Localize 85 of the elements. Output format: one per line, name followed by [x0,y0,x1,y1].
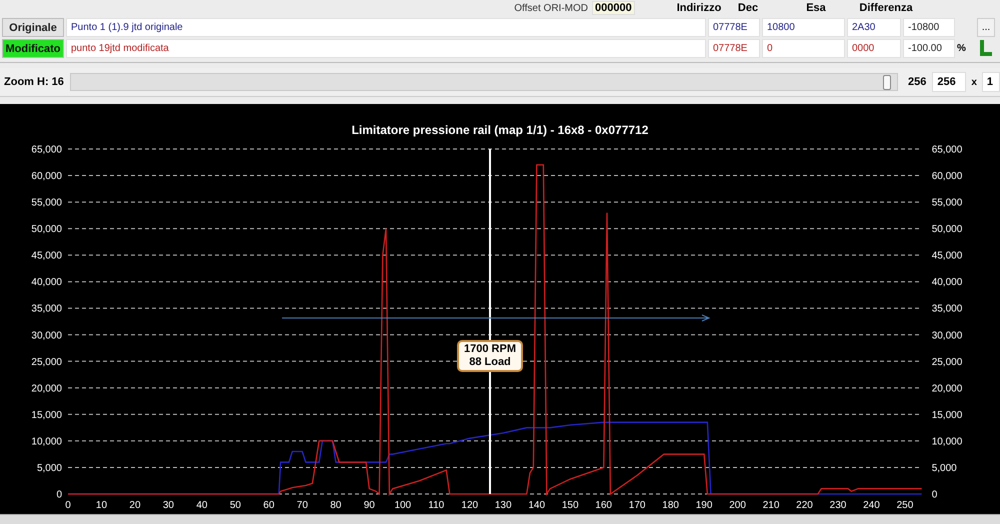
x-tick-label: 180 [662,500,679,511]
x-tick-label: 130 [494,500,512,511]
x-tick-label: 150 [562,500,579,511]
times-sign: x [971,76,977,88]
file-name-field: punto 19jtd modificata [66,39,706,58]
column-header: Indirizzo [676,2,722,14]
width-field[interactable]: 256 [932,72,966,92]
x-tick-label: 90 [364,500,375,511]
file-button[interactable]: Modificato [2,39,64,58]
x-tick-label: 80 [330,500,342,511]
x-tick-label: 40 [196,500,208,511]
y-tick-label: 5,000 [932,462,957,474]
y-tick-label: 50,000 [932,224,962,236]
column-header: Esa [805,2,827,14]
x-tick-label: 60 [263,500,274,511]
y-tick-label: 10,000 [932,436,962,448]
difference-field: -10800 [903,18,955,37]
more-button[interactable]: ... [977,18,995,37]
y-tick-label: 55,000 [31,198,62,209]
x-tick-label: 240 [863,500,880,511]
y-tick-label: 65,000 [932,144,962,156]
y-tick-label: 30,000 [932,330,962,342]
y-tick-label: 25,000 [932,356,962,368]
x-tick-label: 110 [428,500,444,511]
percent-sign: % [957,43,967,54]
y-tick-label: 10,000 [31,436,62,448]
y-tick-label: 40,000 [932,277,962,288]
y-tick-label: 60,000 [932,171,962,182]
x-tick-label: 220 [796,500,813,511]
hex-value-field: 0000 [847,39,901,58]
y-tick-label: 40,000 [31,277,62,288]
y-tick-label: 55,000 [932,198,962,209]
offset-value: 000000 [592,1,635,15]
dec-value-field: 0 [762,39,845,58]
x-tick-label: 230 [830,500,846,511]
x-tick-label: 170 [628,500,646,511]
x-tick-label: 20 [129,500,141,511]
x-tick-label: 250 [896,500,914,511]
x-tick-label: 140 [528,500,546,511]
dec-value-field: 10800 [762,18,845,37]
difference-field: -100.00 [903,39,955,58]
tooltip-text: 1700 RPM [464,343,516,356]
hex-value-field: 2A30 [847,18,901,37]
x-tick-label: 50 [230,500,241,511]
y-tick-label: 35,000 [31,304,62,315]
x-tick-label: 30 [162,500,174,511]
offset-label: Offset ORI-MOD [514,2,589,14]
y-tick-label: 45,000 [932,250,962,262]
address-field: 07778E [708,18,760,37]
y-tick-label: 30,000 [31,330,62,342]
y-tick-label: 60,000 [31,171,62,182]
y-tick-label: 35,000 [932,304,962,315]
x-tick-label: 10 [96,500,108,511]
x-tick-label: 200 [729,500,746,511]
x-tick-label: 70 [296,500,308,511]
address-field: 07778E [708,39,760,58]
y-tick-label: 20,000 [31,383,62,394]
y-tick-label: 0 [56,490,62,500]
corner-icon[interactable] [979,39,993,56]
x-tick-label: 100 [394,500,412,511]
tooltip-text: 88 Load [468,356,512,369]
zoom-label: Zoom H: 16 [4,76,65,88]
x-tick-label: 0 [65,500,71,511]
x-tick-label: 210 [762,500,780,511]
zoom-value: 256 [908,76,926,88]
column-header: Differenza [858,2,914,14]
file-name-field: Punto 1 (1).9 jtd originale [66,18,706,37]
y-tick-label: 0 [932,490,938,500]
slider-thumb[interactable] [882,75,891,90]
y-tick-label: 15,000 [31,410,62,421]
x-tick-label: 160 [595,500,612,511]
x-tick-label: 190 [696,500,712,511]
y-tick-label: 20,000 [932,383,962,394]
chart-title: Limitatore pressione rail (map 1/1) - 16x8 - 0x077712 [352,123,648,137]
y-tick-label: 65,000 [31,144,62,156]
zoom-slider[interactable] [70,73,898,91]
y-tick-label: 5,000 [36,462,62,474]
column-header: Dec [736,2,760,14]
y-tick-label: 50,000 [31,224,62,236]
y-tick-label: 45,000 [31,250,62,262]
factor-field[interactable]: 1 [982,72,1000,92]
x-tick-label: 120 [461,500,478,511]
y-tick-label: 15,000 [932,410,962,421]
file-button[interactable]: Originale [2,18,64,37]
y-tick-label: 25,000 [31,356,62,368]
